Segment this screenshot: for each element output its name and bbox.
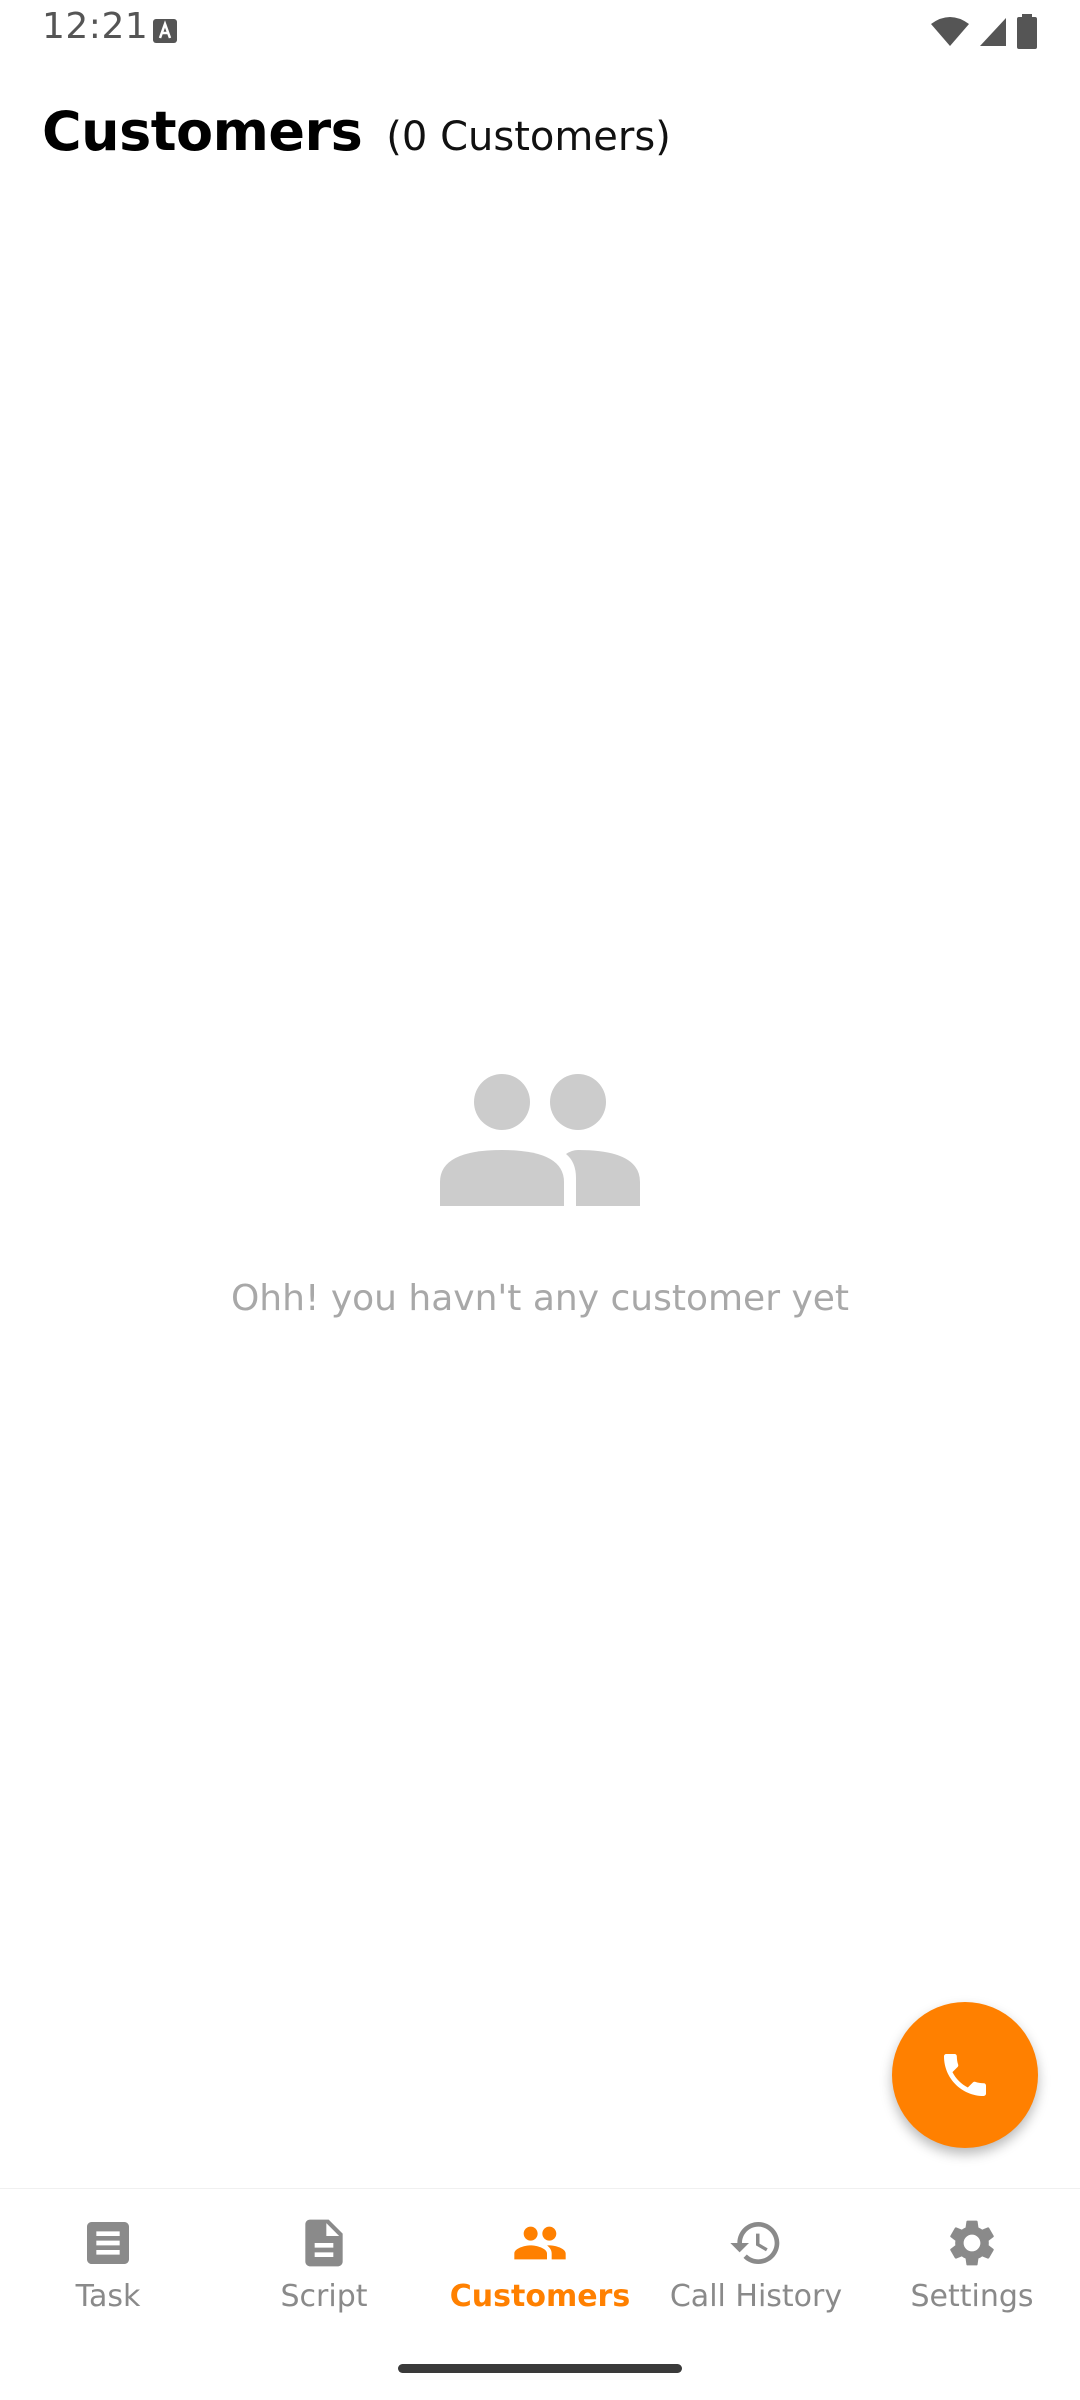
page-title: Customers [42,100,363,163]
status-icons [930,12,1038,52]
customer-count: (0 Customers) [386,114,671,160]
history-icon [730,2222,780,2264]
status-time: 12:21 [42,6,149,47]
task-list-icon [87,2222,129,2264]
bottom-navigation: Task Script Customers Call History Setti… [0,2188,1080,2344]
nav-label-task: Task [75,2279,141,2314]
nav-item-script[interactable]: Script [216,2189,432,2344]
nav-label-call-history: Call History [669,2279,843,2314]
nav-item-customers[interactable]: Customers [432,2189,648,2344]
page-header: Customers (0 Customers) [42,100,1038,180]
status-bar: 12:21 [0,0,1080,64]
call-fab-button[interactable] [892,2002,1038,2148]
people-icon [440,1074,640,1206]
document-icon [305,2219,343,2267]
nav-label-settings: Settings [910,2279,1034,2314]
nav-item-task[interactable]: Task [0,2189,216,2344]
home-indicator[interactable] [398,2364,682,2373]
battery-icon [1017,14,1037,49]
empty-state: Ohh! you havn't any customer yet [0,1070,1080,1319]
nav-label-customers: Customers [449,2279,631,2314]
wifi-icon [931,17,969,46]
phone-icon [944,2054,986,2096]
nav-label-script: Script [280,2279,368,2314]
nav-item-call-history[interactable]: Call History [648,2189,864,2344]
cellular-signal-icon [980,18,1006,46]
gear-icon [950,2220,994,2266]
empty-message: Ohh! you havn't any customer yet [230,1278,850,1319]
nav-item-settings[interactable]: Settings [864,2189,1080,2344]
text-notification-icon [153,19,177,43]
people-icon [514,2226,566,2260]
